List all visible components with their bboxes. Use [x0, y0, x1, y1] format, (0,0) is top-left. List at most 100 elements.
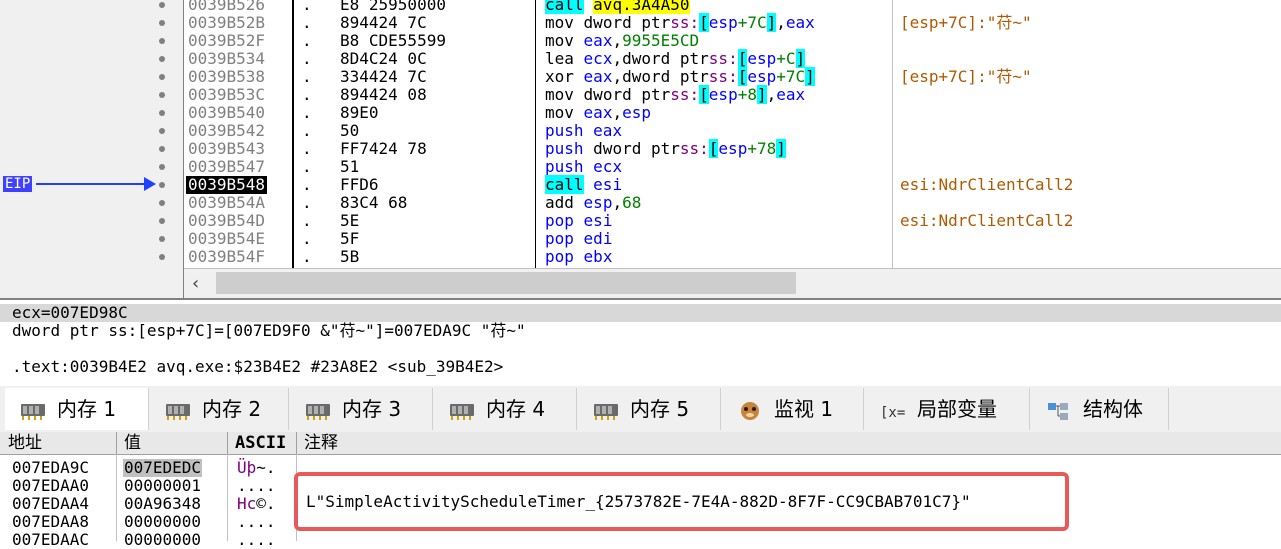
breakpoint-dot-icon[interactable] — [159, 218, 165, 224]
disasm-row[interactable]: 0039B54E. 5F pop edi — [0, 230, 1281, 248]
instruction-address: 0039B526 — [188, 0, 266, 14]
jump-marker: . — [302, 139, 312, 158]
column-header-ascii[interactable]: ASCII — [227, 432, 297, 454]
watch-icon — [741, 401, 759, 420]
disasm-row[interactable]: 0039B54A. 83C4 68 add esp,68 — [0, 194, 1281, 212]
instruction-text: push ecx — [545, 158, 622, 176]
disasm-row[interactable]: 0039B54F. 5B pop ebx — [0, 248, 1281, 266]
breakpoint-dot-icon[interactable] — [159, 164, 165, 170]
instruction-text: pop ebx — [545, 248, 612, 266]
operand-token: ecx — [583, 49, 613, 68]
breakpoint-dot-icon[interactable] — [159, 200, 165, 206]
breakpoint-dot-icon[interactable] — [159, 254, 165, 260]
scrollbar-thumb[interactable] — [216, 272, 796, 294]
dump-ascii: .... — [237, 476, 276, 495]
jump-marker: . — [302, 211, 312, 230]
dump-address: 007EDAA8 — [12, 512, 90, 531]
scroll-left-icon[interactable]: ‹ — [192, 273, 199, 294]
operand-token: +7C — [737, 13, 767, 32]
disasm-row[interactable]: 0039B52F. B8 CDE55599 mov eax,9955E5CD — [0, 32, 1281, 50]
breakpoint-dot-icon[interactable] — [159, 38, 165, 44]
ascii-char: ©. — [256, 494, 276, 513]
mnemonic: mov — [545, 85, 574, 104]
operand-token: ] — [776, 139, 786, 158]
instruction-bytes: 83C4 68 — [340, 193, 408, 212]
instruction-bytes: 8D4C24 0C — [340, 49, 427, 68]
tab-dump-6[interactable]: 监视 1 — [722, 388, 864, 430]
disasm-row[interactable]: 0039B534. 8D4C24 0C lea ecx,dword ptrss:[e… — [0, 49, 1281, 68]
instruction-address: 0039B54D — [188, 211, 266, 230]
breakpoint-dot-icon[interactable] — [159, 182, 165, 188]
column-header-value[interactable]: 值 — [116, 432, 228, 454]
disasm-row[interactable]: 0039B53C. 894424 08 mov dword ptrss:[esp+8… — [0, 85, 1281, 104]
ascii-char: Üþ — [237, 458, 257, 477]
disasm-row[interactable]: 0039B526. E8 25950000 call avq.3A4A50 — [0, 0, 1281, 14]
dump-tabs: 内存 1 内存 2 内存 3 内存 4 内存 5 监视 1 [x=] 局部变量 结构体 — [0, 386, 1281, 433]
dump-address: 007EDAA4 — [12, 494, 90, 513]
breakpoint-dot-icon[interactable] — [159, 110, 165, 116]
jump-marker: . — [302, 67, 312, 86]
operand-token: edi — [583, 229, 613, 248]
tab-label: 结构体 — [1083, 397, 1143, 421]
tab-dump-7[interactable]: [x=] 局部变量 — [865, 388, 1030, 430]
disasm-row[interactable]: 0039B538. 334424 7C xor eax,dword ptrss:[e… — [0, 67, 1281, 86]
disasm-row[interactable]: 0039B54D. 5E pop esi esi:NdrClientCall2 — [0, 212, 1281, 230]
operand-token: 9955E5CD — [622, 31, 700, 50]
instruction-address: 0039B548 — [186, 175, 268, 194]
dump-value[interactable]: 00A96348 — [124, 495, 201, 513]
mnemonic: pop — [545, 229, 574, 248]
breakpoint-dot-icon[interactable] — [159, 236, 165, 242]
struct-icon — [1048, 402, 1068, 420]
dump-value[interactable]: 00000000 — [124, 513, 201, 531]
operand-token: eax — [583, 67, 613, 86]
operand-token: ] — [756, 85, 767, 104]
breakpoint-dot-icon[interactable] — [159, 2, 165, 8]
tab-label: 局部变量 — [917, 397, 997, 421]
breakpoint-dot-icon[interactable] — [159, 128, 165, 134]
tab-dump-4[interactable]: 内存 4 — [434, 388, 577, 430]
eip-arrow-icon — [36, 183, 146, 185]
operand-token: , — [612, 31, 623, 50]
disasm-row[interactable]: 0039B547. 51 push ecx — [0, 158, 1281, 176]
breakpoint-dot-icon[interactable] — [159, 92, 165, 98]
tab-dump-5[interactable]: 内存 5 — [578, 388, 721, 430]
dump-comment: L"SimpleActivityScheduleTimer_{2573782E-… — [306, 492, 971, 511]
tab-label: 内存 2 — [202, 397, 262, 421]
tab-dump-1[interactable]: 内存 1 — [5, 388, 149, 430]
breakpoint-dot-icon[interactable] — [159, 20, 165, 26]
operand-token: +78 — [747, 139, 777, 158]
tab-dump-3[interactable]: 内存 3 — [290, 388, 433, 430]
locals-icon: [x=] — [880, 405, 907, 421]
instruction-bytes: 89E0 — [340, 103, 379, 122]
instruction-address: 0039B543 — [188, 139, 266, 158]
disasm-row[interactable]: 0039B542. 50 push eax — [0, 122, 1281, 140]
dump-value[interactable]: 00000001 — [124, 477, 201, 495]
operand-token: [ — [708, 139, 719, 158]
dump-value[interactable]: 007EDEDC — [123, 459, 203, 477]
column-header-address[interactable]: 地址 — [0, 432, 117, 454]
disasm-row[interactable]: 0039B52B. 894424 7C mov dword ptrss:[esp+7… — [0, 13, 1281, 32]
disasm-row[interactable]: 0039B540. 89E0 mov eax,esp — [0, 104, 1281, 122]
instruction-address: 0039B54F — [188, 247, 266, 266]
instruction-address: 0039B54A — [188, 193, 266, 212]
instruction-comment: [esp+7C]:"苻~" — [900, 13, 1032, 32]
breakpoint-dot-icon[interactable] — [159, 74, 165, 80]
operand-token: ss: — [708, 49, 738, 68]
dump-row[interactable]: 007EDAAC 00000000.... — [0, 531, 1281, 549]
eip-arrowhead-icon — [144, 177, 156, 191]
operand-token: esp — [583, 193, 613, 212]
operand-token: ss: — [670, 85, 700, 104]
dump-value[interactable]: 00000000 — [124, 531, 201, 549]
breakpoint-dot-icon[interactable] — [159, 56, 165, 62]
instruction-text: mov eax,9955E5CD — [545, 32, 699, 50]
tab-dump-2[interactable]: 内存 2 — [150, 388, 289, 430]
disasm-row[interactable]: 0039B548. FFD6 call esi esi:NdrClientCall2 — [0, 175, 1281, 194]
operand-token: esi — [583, 211, 613, 230]
disasm-row[interactable]: 0039B543. FF7424 78 push dword ptrss:[esp+… — [0, 139, 1281, 158]
operand-token: esp — [747, 49, 777, 68]
horizontal-scrollbar[interactable]: ‹ — [184, 268, 1281, 298]
disassembly-pane[interactable]: 0039B526. E8 25950000 call avq.3A4A50 0039B… — [0, 0, 1281, 298]
tab-dump-8[interactable]: 结构体 — [1031, 388, 1169, 430]
column-header-comment[interactable]: 注释 — [296, 432, 1274, 454]
breakpoint-dot-icon[interactable] — [159, 146, 165, 152]
